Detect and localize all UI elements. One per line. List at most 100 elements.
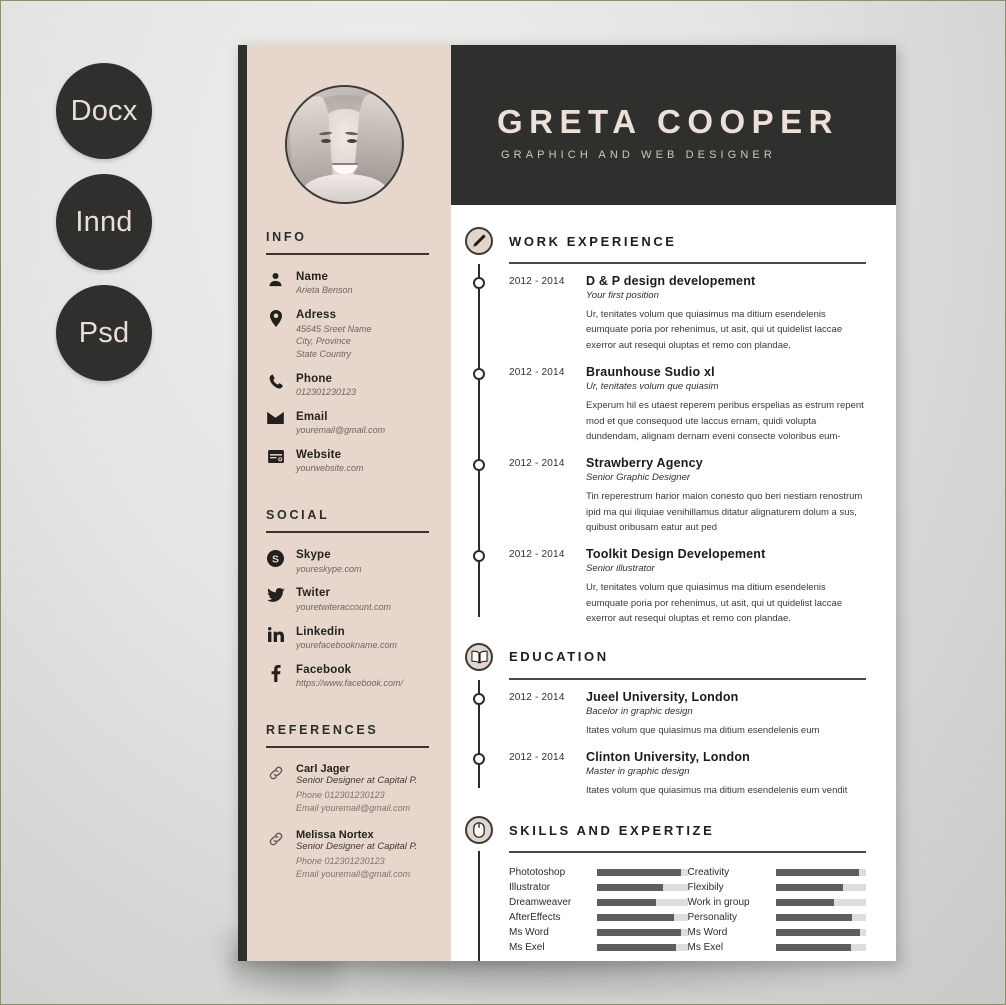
- education-entry: 2012 - 2014 Jueel University, London Bac…: [465, 690, 866, 738]
- person-icon: [266, 270, 285, 287]
- skill-row: Personality: [687, 912, 866, 924]
- social-item-facebook[interactable]: Facebook https://www.facebook.com/: [266, 663, 429, 690]
- entry-date: 2012 - 2014: [509, 367, 565, 379]
- email-icon: [266, 410, 285, 424]
- skill-bar: [775, 884, 866, 892]
- facebook-icon: [266, 663, 285, 682]
- work-entry: 2012 - 2014 D & P design developement Yo…: [465, 274, 866, 353]
- section-title: EDUCATION: [509, 649, 609, 664]
- badge-innd[interactable]: Innd: [56, 174, 152, 270]
- education-entry: 2012 - 2014 Clinton University, London M…: [465, 750, 866, 798]
- education-timeline: 2012 - 2014 Jueel University, London Bac…: [465, 679, 866, 799]
- social-value: yourefacebookname.com: [296, 639, 398, 650]
- resume-page: INFO Name Arieta Benson Adress 45645 Sre…: [238, 45, 896, 961]
- badge-psd[interactable]: Psd: [56, 285, 152, 381]
- info-value: State Country: [296, 349, 352, 360]
- skill-row: Dreamweaver: [509, 897, 688, 908]
- info-label: Phone: [296, 372, 333, 385]
- reference-phone: Phone 012301230123: [296, 855, 385, 866]
- skill-bar-fill: [597, 914, 674, 922]
- info-label: Adress: [296, 309, 337, 322]
- entry-description: Ur, tenitates volum que quiasimus ma dit…: [586, 309, 843, 351]
- sidebar-section-references: REFERENCES Carl Jager Senior Designer at…: [238, 701, 451, 881]
- skill-bar: [597, 929, 688, 937]
- timeline-line: [478, 851, 480, 961]
- skill-bar: [597, 914, 688, 922]
- timeline-dot: [473, 752, 485, 765]
- skill-bar-fill: [775, 899, 835, 907]
- skill-label: AfterEffects: [509, 912, 561, 924]
- skill-row: Ms Exel: [687, 942, 866, 954]
- twitter-icon: [266, 586, 285, 603]
- social-item-skype[interactable]: S Skype youreskype.com: [266, 548, 429, 575]
- timeline-dot: [473, 368, 485, 381]
- entry-description: Ur, tenitates volum que quiasimus ma dit…: [586, 582, 843, 625]
- entry-date: 2012 - 2014: [509, 458, 565, 470]
- skill-bar-fill: [597, 884, 664, 892]
- section-title-social: SOCIAL: [266, 508, 330, 523]
- skill-label: Ms Exel: [687, 942, 724, 954]
- skill-row: Phototoshop: [509, 867, 688, 878]
- entry-description: Itates volum que quiasimus ma ditium ese…: [586, 724, 820, 736]
- entry-title: Braunhouse Sudio xl: [586, 365, 715, 380]
- skype-icon: S: [266, 548, 285, 568]
- section-skills: SKILLS AND EXPERTIZE Phototoshop Illustr…: [465, 816, 866, 961]
- skill-bar-fill: [775, 929, 860, 937]
- badge-label: Psd: [78, 316, 130, 349]
- info-label: Email: [296, 410, 328, 423]
- skill-label: Flexibily: [687, 882, 724, 894]
- info-value: Arieta Benson: [296, 285, 353, 296]
- section-title: SKILLS AND EXPERTIZE: [509, 822, 715, 838]
- entry-date: 2012 - 2014: [509, 691, 565, 703]
- skill-label: Ms Exel: [509, 942, 545, 954]
- pen-icon: [465, 227, 493, 255]
- entry-title: D & P design developement: [586, 274, 756, 288]
- social-item-twitter[interactable]: Twiter youretwiteraccount.com: [266, 586, 429, 613]
- info-value: yourwebsite.com: [296, 463, 364, 474]
- social-value: https://www.facebook.com/: [296, 678, 404, 689]
- skill-row: Creativity: [688, 867, 866, 878]
- skill-bar: [597, 944, 688, 952]
- social-item-linkedin[interactable]: Linkedin yourefacebookname.com: [266, 625, 429, 652]
- mouse-icon: [465, 816, 493, 845]
- work-entry: 2012 - 2014 Strawberry Agency Senior Gra…: [465, 456, 866, 535]
- linkedin-icon: [266, 625, 285, 642]
- reference-phone: Phone 012301230123: [296, 789, 385, 800]
- info-item-website: Website yourwebsite.com: [266, 448, 429, 475]
- skill-row: Ms Exel: [509, 942, 688, 953]
- entry-title: Jueel University, London: [586, 689, 739, 704]
- skill-bar-fill: [597, 944, 676, 952]
- entry-date: 2012 - 2014: [509, 276, 565, 287]
- skills-column-left: Phototoshop Illustrator Dreamweaver Afte…: [509, 867, 688, 957]
- social-value: youretwiteraccount.com: [296, 601, 392, 612]
- skill-bar-fill: [775, 869, 859, 877]
- badge-docx[interactable]: Docx: [56, 63, 152, 159]
- info-item-phone: Phone 012301230123: [266, 372, 429, 399]
- skill-bar-fill: [775, 914, 853, 922]
- reference-item: Carl Jager Senior Designer at Capital P.…: [266, 763, 429, 815]
- header: GRETA COOPER GRAPHICH AND WEB DESIGNER: [451, 45, 896, 205]
- entry-subtitle: Ur, tenitates volum que quiasim: [586, 381, 719, 393]
- entry-title: Clinton University, London: [586, 749, 750, 764]
- body-area: WORK EXPERIENCE 2012 - 2014 D & P design…: [451, 205, 896, 961]
- info-label: Website: [296, 449, 342, 462]
- phone-icon: [266, 372, 285, 389]
- work-timeline: 2012 - 2014 D & P design developement Yo…: [465, 264, 866, 627]
- section-title: WORK EXPERIENCE: [509, 233, 677, 249]
- social-value: youreskype.com: [296, 563, 362, 574]
- screenshot-stage: Docx Innd Psd INFO Name Arieta Benson Ad…: [0, 0, 1006, 1005]
- skill-bar: [597, 869, 688, 877]
- divider: [266, 531, 429, 534]
- work-entry: 2012 - 2014 Braunhouse Sudio xl Ur, teni…: [465, 365, 866, 444]
- info-value: City, Province: [296, 336, 351, 347]
- svg-text:S: S: [272, 555, 279, 566]
- sidebar-section-info: INFO Name Arieta Benson Adress 45645 Sre…: [238, 204, 451, 475]
- skill-row: Ms Word: [509, 927, 688, 938]
- skill-row: Flexibily: [687, 882, 866, 894]
- skill-label: Personality: [687, 912, 737, 924]
- skill-bar-fill: [775, 944, 851, 952]
- skill-bar: [597, 899, 688, 907]
- entry-subtitle: Your first position: [586, 290, 659, 301]
- avatar-wrapper: [238, 45, 451, 204]
- location-icon: [266, 308, 285, 328]
